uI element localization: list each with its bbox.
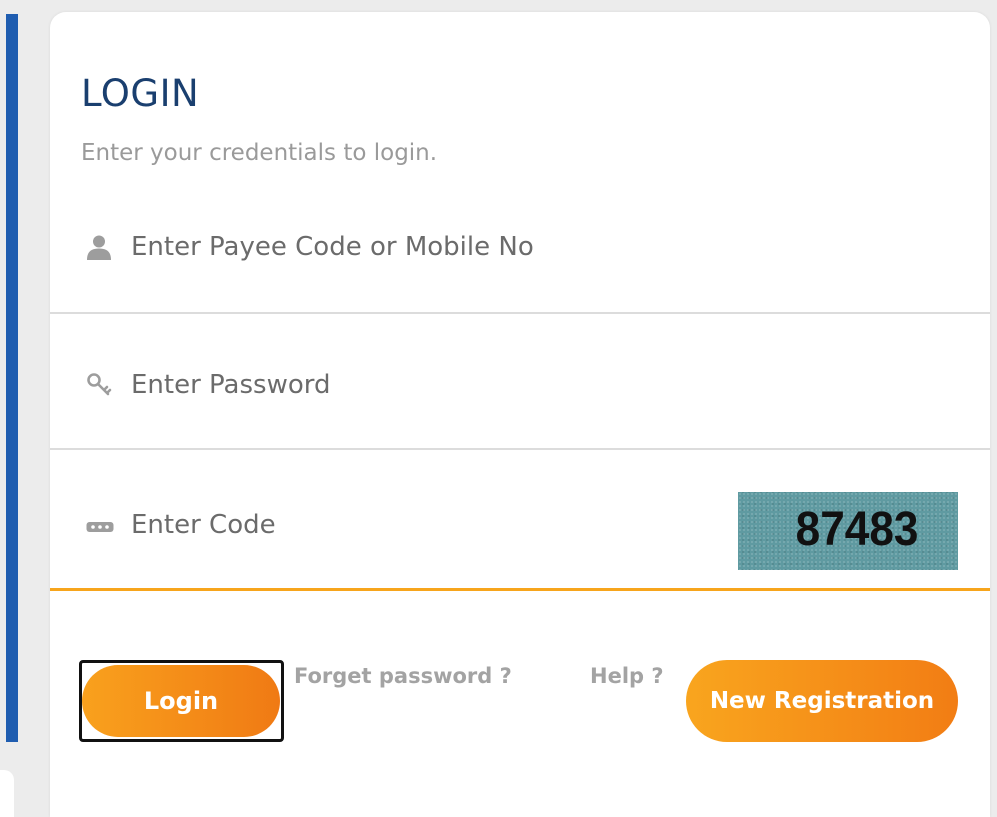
login-card: LOGIN Enter your credentials to login. E…: [50, 12, 990, 817]
payee-code-placeholder: Enter Payee Code or Mobile No: [131, 232, 534, 262]
forget-password-link[interactable]: Forget password ?: [294, 664, 512, 688]
new-registration-button[interactable]: New Registration: [686, 660, 958, 742]
login-title: LOGIN: [81, 72, 200, 115]
captcha-image: 87483: [738, 492, 958, 570]
login-subtitle: Enter your credentials to login.: [81, 140, 438, 166]
page: LOGIN Enter your credentials to login. E…: [0, 0, 997, 817]
login-button[interactable]: Login: [82, 665, 280, 737]
password-placeholder: Enter Password: [131, 370, 331, 400]
payee-code-field[interactable]: Enter Payee Code or Mobile No: [50, 192, 990, 314]
user-icon: [86, 234, 112, 260]
left-accent-bar: [6, 14, 18, 742]
captcha-code-field[interactable]: Enter Code 87483: [50, 450, 990, 591]
key-icon: [86, 372, 112, 398]
captcha-code-placeholder: Enter Code: [131, 510, 276, 540]
help-link[interactable]: Help ?: [590, 664, 664, 688]
left-panel-edge: [0, 770, 14, 817]
captcha-dots-icon: [86, 514, 114, 540]
captcha-text: 87483: [795, 503, 918, 556]
password-field[interactable]: Enter Password: [50, 310, 990, 450]
